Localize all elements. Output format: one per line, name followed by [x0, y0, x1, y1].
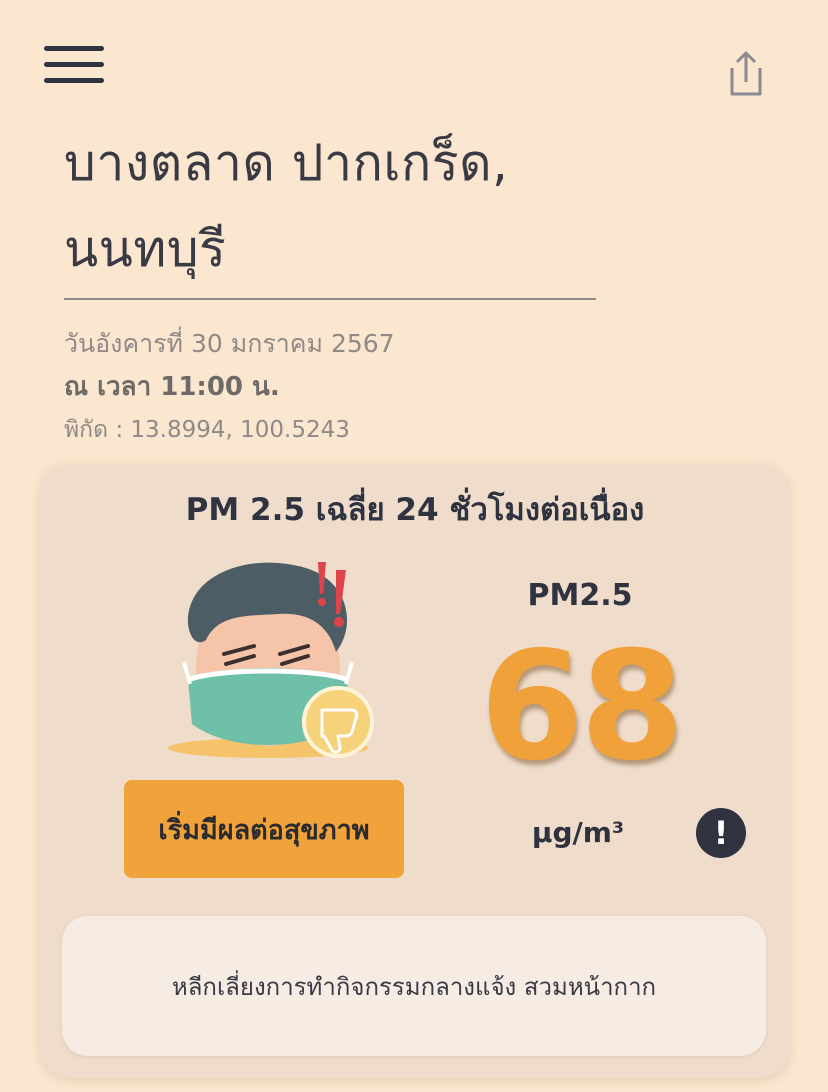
location-line-2: นนทบุรี: [64, 220, 227, 278]
advice-text: หลีกเลี่ยงการทำกิจกรรมกลางแจ้ง สวมหน้ากา…: [171, 972, 657, 1001]
time-text: ณ เวลา 11:00 น.: [64, 372, 280, 402]
unit-label: µg/m³: [531, 816, 625, 849]
info-icon[interactable]: !: [696, 808, 746, 858]
pm25-card: PM 2.5 เฉลี่ย 24 ชั่วโมงต่อเนื่อง เริ่มม…: [40, 464, 790, 1078]
divider: [64, 298, 596, 300]
masked-face-illustration: [158, 554, 388, 764]
health-status-button[interactable]: เริ่มมีผลต่อสุขภาพ: [124, 780, 404, 878]
advice-box: หลีกเลี่ยงการทำกิจกรรมกลางแจ้ง สวมหน้ากา…: [62, 916, 766, 1056]
date-text: วันอังคารที่ 30 มกราคม 2567: [64, 329, 395, 358]
location-title: บางตลาด ปากเกร็ด, นนทบุรี: [64, 120, 664, 292]
share-icon[interactable]: [724, 50, 768, 98]
metric-name: PM2.5: [527, 578, 633, 613]
location-line-1: บางตลาด ปากเกร็ด,: [64, 134, 509, 192]
hamburger-menu-icon[interactable]: [44, 46, 104, 86]
card-title: PM 2.5 เฉลี่ย 24 ชั่วโมงต่อเนื่อง: [185, 492, 645, 528]
app-screen: บางตลาด ปากเกร็ด, นนทบุรี วันอังคารที่ 3…: [0, 0, 828, 1092]
pm25-value: 68: [479, 620, 685, 794]
coordinates-text: พิกัด : 13.8994, 100.5243: [64, 417, 350, 443]
